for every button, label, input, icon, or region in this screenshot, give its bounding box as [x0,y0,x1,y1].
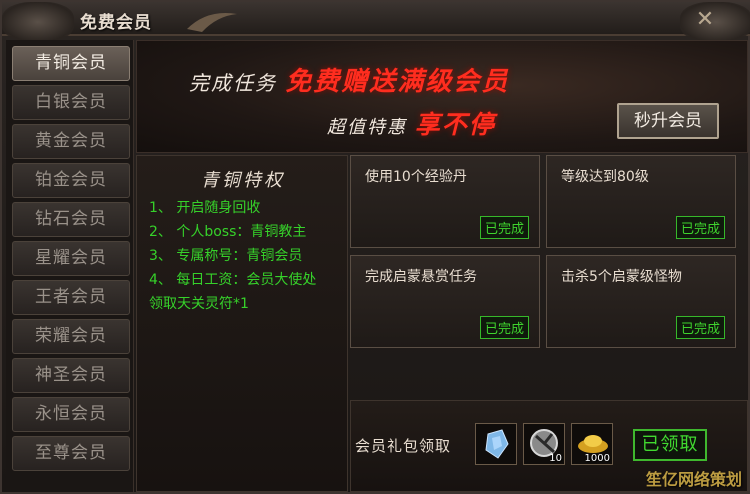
membership-window: 免费会员 ✕ 青铜会员 白银会员 黄金会员 铂金会员 钻石会员 星耀会员 王者会… [0,0,750,494]
list-item: 4、 每日工资：会员大使处 [149,272,317,288]
banner-line2-prefix: 超值特惠 [327,117,407,138]
gift-item-slot[interactable]: 1000 [571,423,613,465]
privileges-title: 青铜特权 [201,170,285,191]
task-label: 使用10个经验丹 [365,169,467,185]
sidebar-item-bronze[interactable]: 青铜会员 [12,46,130,81]
instant-upgrade-button[interactable]: 秒升会员 [617,103,719,139]
title-bar: 免费会员 ✕ [2,2,750,42]
ornament-icon [187,13,237,32]
window-title: 免费会员 [80,13,152,33]
task-card: 完成启蒙悬赏任务 已完成 [350,255,540,348]
item-count: 1000 [584,453,610,464]
list-item: 领取天关灵符*1 [149,296,249,312]
sidebar-item-gold[interactable]: 黄金会员 [12,124,130,159]
watermark: 笙亿网络策划 [645,470,742,489]
close-icon: ✕ [695,6,715,32]
sidebar-item-platinum[interactable]: 铂金会员 [12,163,130,198]
banner-line1-highlight: 免费赠送满级会员 [285,67,510,97]
gift-label: 会员礼包领取 [355,437,452,455]
banner-subline: 超值特惠 享不停 [327,105,496,141]
task-card: 使用10个经验丹 已完成 [350,155,540,248]
status-badge: 已完成 [479,316,529,339]
status-badge: 已完成 [675,216,725,239]
sidebar-item-eternal[interactable]: 永恒会员 [12,397,130,432]
task-card: 击杀5个启蒙级怪物 已完成 [546,255,736,348]
banner-headline: 完成任务 免费赠送满级会员 [189,61,509,98]
item-count: 10 [549,453,562,464]
sidebar-item-king[interactable]: 王者会员 [12,280,130,315]
sidebar-item-glory[interactable]: 荣耀会员 [12,319,130,354]
sidebar-item-sacred[interactable]: 神圣会员 [12,358,130,393]
list-item: 1、 开启随身回收 [149,200,261,216]
task-label: 等级达到80级 [561,169,649,185]
task-label: 完成启蒙悬赏任务 [365,269,477,285]
banner-line1-prefix: 完成任务 [189,71,277,95]
list-item: 2、 个人boss：青铜教主 [149,224,307,240]
privileges-list: 1、 开启随身回收 2、 个人boss：青铜教主 3、 专属称号：青铜会员 4、… [149,196,345,316]
claimed-button[interactable]: 已领取 [633,429,707,461]
crystal-icon [485,429,509,459]
dragon-ornament-icon [2,2,74,42]
membership-tier-sidebar: 青铜会员 白银会员 黄金会员 铂金会员 钻石会员 星耀会员 王者会员 荣耀会员 … [6,40,134,492]
sidebar-item-supreme[interactable]: 至尊会员 [12,436,130,471]
task-label: 击杀5个启蒙级怪物 [561,269,682,285]
gift-item-slot[interactable] [475,423,517,465]
close-button[interactable]: ✕ [684,4,726,34]
gift-item-slot[interactable]: 10 [523,423,565,465]
task-card: 等级达到80级 已完成 [546,155,736,248]
sidebar-item-star[interactable]: 星耀会员 [12,241,130,276]
status-badge: 已完成 [479,216,529,239]
sidebar-item-diamond[interactable]: 钻石会员 [12,202,130,237]
status-badge: 已完成 [675,316,725,339]
sidebar-item-silver[interactable]: 白银会员 [12,85,130,120]
banner-line2-highlight: 享不停 [414,110,496,139]
list-item: 3、 专属称号：青铜会员 [149,248,303,264]
promo-banner: 完成任务 免费赠送满级会员 超值特惠 享不停 秒升会员 [136,40,748,153]
privileges-panel: 青铜特权 1、 开启随身回收 2、 个人boss：青铜教主 3、 专属称号：青铜… [136,155,348,492]
